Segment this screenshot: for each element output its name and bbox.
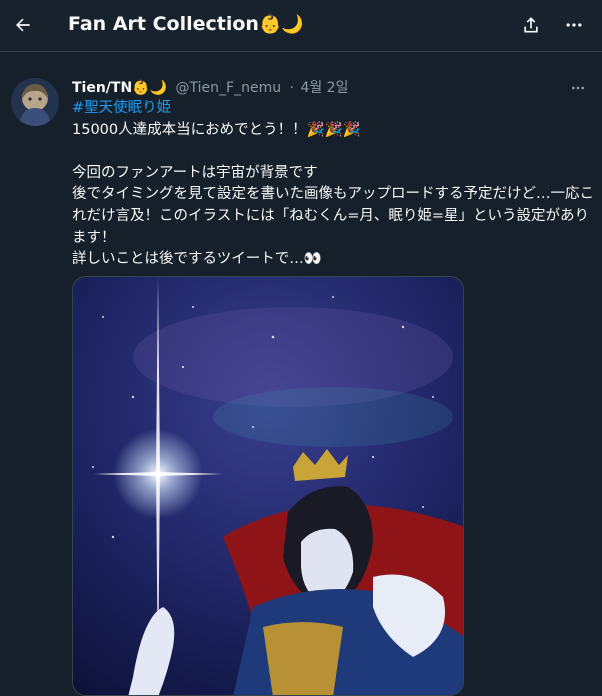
tweet-text: #聖天使眠り姫 15000人達成本当におめでとう！！🎉🎉🎉 今回のファンアートは… — [72, 98, 594, 271]
separator: · — [289, 80, 294, 96]
fan-art-image — [73, 277, 463, 695]
tweet-date[interactable]: 4월 2일 — [300, 80, 348, 96]
more-horizontal-icon — [572, 86, 584, 90]
avatar[interactable] — [11, 78, 59, 126]
tweet-line: 詳しいことは後でするツイートで…👀 — [72, 251, 322, 268]
top-bar: Fan Art Collection👶🌙 — [0, 0, 602, 52]
page-title: Fan Art Collection👶🌙 — [68, 11, 304, 38]
user-handle[interactable]: @Tien_F_nemu — [176, 80, 282, 96]
title-emoji: 👶🌙 — [258, 14, 304, 35]
share-button[interactable] — [518, 12, 544, 38]
tweet-line: 15000人達成本当におめでとう！！🎉🎉🎉 — [72, 121, 361, 138]
tweet-header: Tien/TN👶🌙 @Tien_F_nemu · 4월 2일 — [72, 78, 348, 98]
tweet-more-button[interactable] — [568, 78, 588, 98]
hashtag-link[interactable]: #聖天使眠り姫 — [72, 98, 594, 120]
share-icon — [524, 17, 538, 33]
name-emoji: 👶🌙 — [132, 80, 168, 96]
display-name[interactable]: Tien/TN — [72, 80, 132, 96]
more-button[interactable] — [561, 12, 587, 38]
arrow-left-icon — [16, 18, 30, 32]
tweet-line: 後でタイミングを見て設定を書いた画像もアップロードする予定だけど…一応これだけ言… — [72, 186, 594, 246]
avatar-image — [11, 78, 59, 126]
tweet-media[interactable] — [72, 276, 464, 696]
page-title-text: Fan Art Collection — [68, 13, 259, 35]
tweet-line: 今回のファンアートは宇宙が背景です — [72, 164, 318, 181]
back-button[interactable] — [10, 12, 36, 38]
more-horizontal-icon — [566, 23, 582, 27]
